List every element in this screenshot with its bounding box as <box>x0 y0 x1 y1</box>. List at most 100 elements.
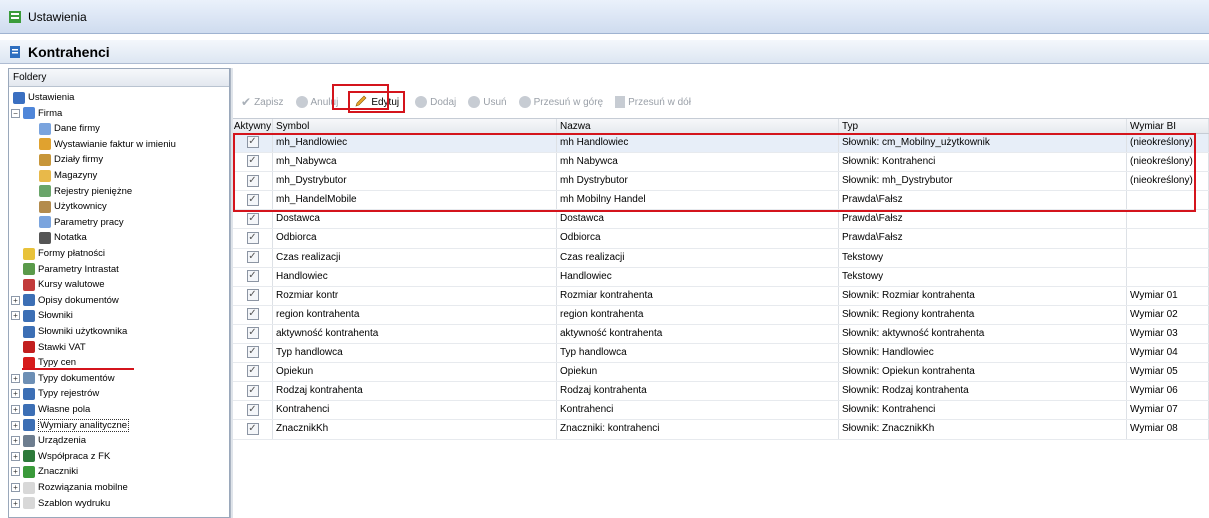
table-row[interactable]: ✓ Kontrahenci Kontrahenci Słownik: Kontrahe… <box>233 401 1209 421</box>
collapse-icon[interactable]: − <box>11 108 20 118</box>
cell-symbol[interactable]: Rodzaj kontrahenta <box>273 382 557 401</box>
tree-item[interactable]: + Współpraca z FK <box>11 449 110 464</box>
expand-icon[interactable]: + <box>11 498 20 508</box>
expand-icon[interactable]: + <box>11 405 20 414</box>
table-row[interactable]: ✓ Typ handlowca Typ handlowca Słownik: Hand… <box>233 344 1209 364</box>
active-checkbox[interactable]: ✓ <box>246 250 259 263</box>
tree-item[interactable]: + Znaczniki <box>11 464 78 479</box>
expand-icon[interactable]: + <box>11 373 20 383</box>
active-checkbox[interactable]: ✓ <box>246 346 259 359</box>
move-down-button[interactable]: Przesuń w dół <box>613 91 693 113</box>
active-checkbox[interactable]: ✓ <box>246 289 259 302</box>
active-checkbox[interactable]: ✓ <box>246 403 259 416</box>
cell-type[interactable]: Słownik: Rodzaj kontrahenta <box>839 382 1127 401</box>
active-checkbox[interactable]: ✓ <box>246 384 259 397</box>
active-cell[interactable]: ✓ <box>233 401 273 420</box>
active-cell[interactable]: ✓ <box>233 344 273 363</box>
tree-item[interactable]: Wystawianie faktur w imieniu <box>39 137 176 152</box>
tree-item[interactable]: Działy firmy <box>39 152 103 167</box>
table-row[interactable]: ✓ Opiekun Opiekun Słownik: Opiekun kontrahe… <box>233 363 1209 383</box>
cell-name[interactable]: Odbiorca <box>557 229 839 248</box>
tree-item[interactable]: Parametry pracy <box>39 215 124 230</box>
tree-item[interactable]: + Rozwiązania mobilne <box>11 480 128 495</box>
tree-item[interactable]: Użytkownicy <box>39 199 107 214</box>
cell-name[interactable]: region kontrahenta <box>557 305 839 324</box>
cell-type[interactable]: Słownik: ZnacznikKh <box>839 420 1127 439</box>
tree-item[interactable]: − Firma <box>11 106 62 121</box>
cell-bi[interactable]: Wymiar 08 <box>1127 420 1209 439</box>
active-cell[interactable]: ✓ <box>233 210 273 229</box>
tree-item[interactable]: Stawki VAT <box>23 340 86 355</box>
cell-bi[interactable]: Wymiar 04 <box>1127 344 1209 363</box>
active-cell[interactable]: ✓ <box>233 305 273 324</box>
column-header-active[interactable]: Aktywny <box>233 119 273 133</box>
column-header-name[interactable]: Nazwa <box>557 119 839 133</box>
table-row[interactable]: ✓ Dostawca Dostawca Prawda\Fałsz <box>233 210 1209 230</box>
active-checkbox[interactable]: ✓ <box>246 212 259 225</box>
cell-bi[interactable] <box>1127 267 1209 286</box>
column-header-bi[interactable]: Wymiar BI <box>1127 119 1209 133</box>
cell-name[interactable]: Czas realizacji <box>557 248 839 267</box>
tree-item[interactable]: Słowniki użytkownika <box>23 324 127 339</box>
expand-icon[interactable]: + <box>11 389 20 399</box>
tree-item[interactable]: Notatka <box>39 230 87 245</box>
tree-item[interactable]: Kursy walutowe <box>23 277 105 292</box>
table-row[interactable]: ✓ Czas realizacji Czas realizacji Tekstowy <box>233 248 1209 268</box>
cell-symbol[interactable]: ZnacznikKh <box>273 420 557 439</box>
table-row[interactable]: ✓ Handlowiec Handlowiec Tekstowy <box>233 267 1209 287</box>
cell-symbol[interactable]: aktywność kontrahenta <box>273 324 557 344</box>
active-cell[interactable]: ✓ <box>233 248 273 267</box>
expand-icon[interactable]: + <box>11 295 20 305</box>
cell-bi[interactable]: Wymiar 02 <box>1127 305 1209 324</box>
cell-symbol[interactable]: region kontrahenta <box>273 305 557 324</box>
delete-button[interactable]: Usuń <box>466 91 508 113</box>
tree-item[interactable]: + Opisy dokumentów <box>11 293 119 308</box>
tree-item[interactable]: + Urządzenia <box>11 433 86 448</box>
table-row[interactable]: ✓ Rozmiar kontr Rozmiar kontrahenta Słownik… <box>233 286 1209 306</box>
cell-name[interactable]: Rozmiar kontrahenta <box>557 286 839 305</box>
cell-type[interactable]: Tekstowy <box>839 248 1127 267</box>
column-header-type[interactable]: Typ <box>839 119 1127 133</box>
cell-type[interactable]: Słownik: Opiekun kontrahenta <box>839 363 1127 382</box>
expand-icon[interactable]: + <box>11 483 20 492</box>
cell-symbol[interactable]: Opiekun <box>273 363 557 382</box>
cell-bi[interactable]: Wymiar 07 <box>1127 401 1209 420</box>
cell-type[interactable]: Słownik: Rozmiar kontrahenta <box>839 286 1127 305</box>
cell-bi[interactable] <box>1127 229 1209 248</box>
cell-type[interactable]: Słownik: Handlowiec <box>839 344 1127 363</box>
cell-type[interactable]: Słownik: Regiony kontrahenta <box>839 305 1127 324</box>
tree-item[interactable]: Dane firmy <box>39 121 100 136</box>
cell-type[interactable]: Prawda\Fałsz <box>839 229 1127 248</box>
cell-type[interactable]: Słownik: Kontrahenci <box>839 401 1127 420</box>
cell-name[interactable]: Rodzaj kontrahenta <box>557 382 839 401</box>
active-checkbox[interactable]: ✓ <box>246 327 259 340</box>
cell-bi[interactable] <box>1127 210 1209 229</box>
active-checkbox[interactable]: ✓ <box>246 365 259 378</box>
expand-icon[interactable]: + <box>11 467 20 477</box>
save-button[interactable]: ✔ Zapisz <box>239 91 286 113</box>
tree-item[interactable]: + Słowniki <box>11 308 73 323</box>
tree-item[interactable]: Parametry Intrastat <box>23 262 119 277</box>
table-row[interactable]: ✓ aktywność kontrahenta aktywność kontrahe… <box>233 324 1209 345</box>
cell-bi[interactable]: Wymiar 06 <box>1127 382 1209 401</box>
cell-symbol[interactable]: Typ handlowca <box>273 344 557 363</box>
active-checkbox[interactable]: ✓ <box>246 308 259 321</box>
cell-symbol[interactable]: Dostawca <box>273 210 557 229</box>
cell-symbol[interactable]: Czas realizacji <box>273 248 557 267</box>
tree-item[interactable]: + Szablon wydruku <box>11 496 110 511</box>
expand-icon[interactable]: + <box>11 451 20 461</box>
cell-name[interactable]: Kontrahenci <box>557 401 839 420</box>
cell-name[interactable]: Handlowiec <box>557 267 839 286</box>
cell-symbol[interactable]: Kontrahenci <box>273 401 557 420</box>
tree-item[interactable]: Magazyny <box>39 168 97 183</box>
move-up-button[interactable]: Przesuń w górę <box>517 91 605 113</box>
cell-type[interactable]: Prawda\Fałsz <box>839 210 1127 229</box>
tree-item[interactable]: Ustawienia <box>13 90 74 105</box>
active-checkbox[interactable]: ✓ <box>246 270 259 283</box>
tree-item[interactable]: Rejestry pieniężne <box>39 184 132 199</box>
cell-bi[interactable]: Wymiar 05 <box>1127 363 1209 382</box>
column-header-symbol[interactable]: Symbol <box>273 119 557 133</box>
add-button[interactable]: Dodaj <box>413 91 458 113</box>
cell-symbol[interactable]: Rozmiar kontr <box>273 286 557 305</box>
active-checkbox[interactable]: ✓ <box>246 231 259 244</box>
